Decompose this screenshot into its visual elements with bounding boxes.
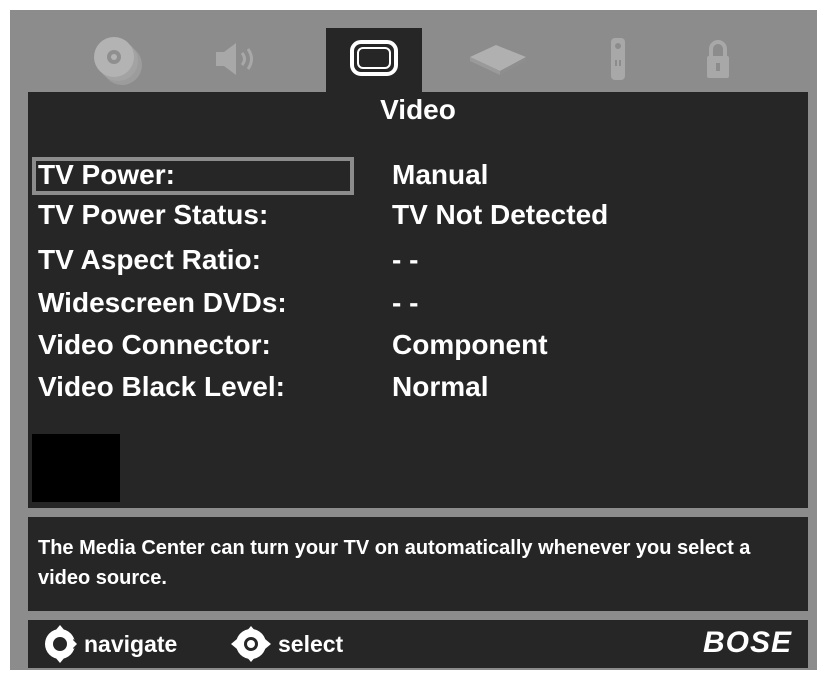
navigate-hint: navigate <box>40 620 177 668</box>
setting-row-tv-power[interactable]: TV Power: Manual <box>28 154 808 196</box>
tab-remote[interactable] <box>586 30 650 88</box>
setting-value: TV Not Detected <box>392 199 609 230</box>
video-preview <box>32 434 120 502</box>
setting-label: Video Connector: <box>38 329 271 360</box>
disc-icon <box>94 37 142 85</box>
setting-value: - - <box>392 244 419 275</box>
navigate-label: navigate <box>84 630 178 657</box>
setting-value: - - <box>392 287 419 318</box>
setting-label: TV Power Status: <box>38 199 269 230</box>
setting-value: Normal <box>392 371 489 402</box>
tab-audio[interactable] <box>206 30 270 88</box>
tab-disc[interactable] <box>86 30 150 88</box>
media-box-icon <box>470 45 526 75</box>
help-panel: The Media Center can turn your TV on aut… <box>28 517 808 611</box>
setting-row-video-connector[interactable]: Video Connector: Component <box>28 324 808 366</box>
setting-value: Manual <box>392 159 489 190</box>
setting-label: Widescreen DVDs: <box>38 287 287 318</box>
footer-bar: navigate select BOSE <box>28 620 808 668</box>
remote-icon <box>611 38 625 80</box>
setting-label: TV Aspect Ratio: <box>38 244 261 275</box>
setting-row-widescreen-dvds[interactable]: Widescreen DVDs: - - <box>28 282 808 324</box>
select-label: select <box>278 630 344 657</box>
setting-row-tv-aspect-ratio[interactable]: TV Aspect Ratio: - - <box>28 239 808 281</box>
setting-value: Component <box>392 329 548 360</box>
bose-logo: BOSE <box>702 626 792 659</box>
dpad-navigate-icon <box>45 625 79 663</box>
tv-icon <box>350 40 398 76</box>
setting-row-video-black-level[interactable]: Video Black Level: Normal <box>28 366 808 408</box>
setting-label: TV Power: <box>38 159 175 190</box>
help-text: The Media Center can turn your TV on aut… <box>38 537 751 589</box>
tab-source[interactable] <box>466 30 530 88</box>
setting-row-tv-power-status[interactable]: TV Power Status: TV Not Detected <box>28 194 808 236</box>
tab-video[interactable] <box>326 28 422 102</box>
select-hint: select <box>228 620 343 668</box>
dpad-select-icon <box>231 626 271 662</box>
page-title: Video <box>380 94 456 125</box>
speaker-icon <box>216 43 253 75</box>
setting-label: Video Black Level: <box>38 371 285 402</box>
lock-icon <box>707 40 729 78</box>
tab-lock[interactable] <box>686 30 750 88</box>
settings-panel: Video TV Power: Manual TV Power Status: … <box>28 92 808 508</box>
